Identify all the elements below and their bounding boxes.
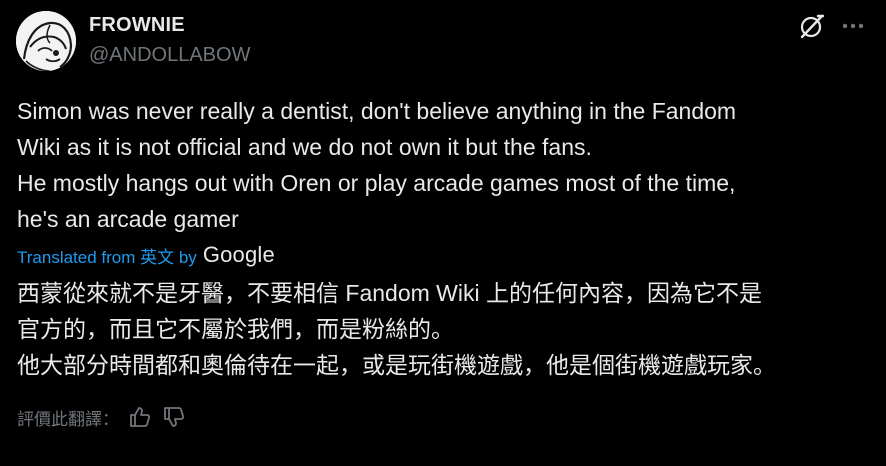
avatar-image bbox=[16, 11, 76, 71]
thumbs-down-icon[interactable] bbox=[161, 404, 187, 430]
google-logo: Google bbox=[202, 242, 275, 267]
rate-translation: 評價此翻譯： bbox=[17, 402, 187, 432]
user-handle[interactable]: @ANDOLLABOW bbox=[89, 44, 250, 67]
grok-icon[interactable] bbox=[798, 12, 826, 40]
display-name[interactable]: FROWNIE bbox=[89, 14, 185, 37]
avatar[interactable] bbox=[16, 11, 76, 71]
post-card: FROWNIE @ANDOLLABOW Simon was never real… bbox=[0, 0, 886, 466]
rate-translation-label: 評價此翻譯： bbox=[17, 409, 119, 429]
more-icon[interactable] bbox=[838, 12, 868, 40]
translation-attribution[interactable]: Translated from 英文 by Google bbox=[17, 241, 275, 269]
thumbs-up-icon[interactable] bbox=[127, 404, 153, 430]
translated-from-label: Translated from 英文 by bbox=[17, 247, 197, 267]
translated-text: 西蒙從來就不是牙醫，不要相信 Fandom Wiki 上的任何內容，因為它不是 … bbox=[17, 280, 776, 378]
post-text: Simon was never really a dentist, don't … bbox=[17, 98, 737, 232]
